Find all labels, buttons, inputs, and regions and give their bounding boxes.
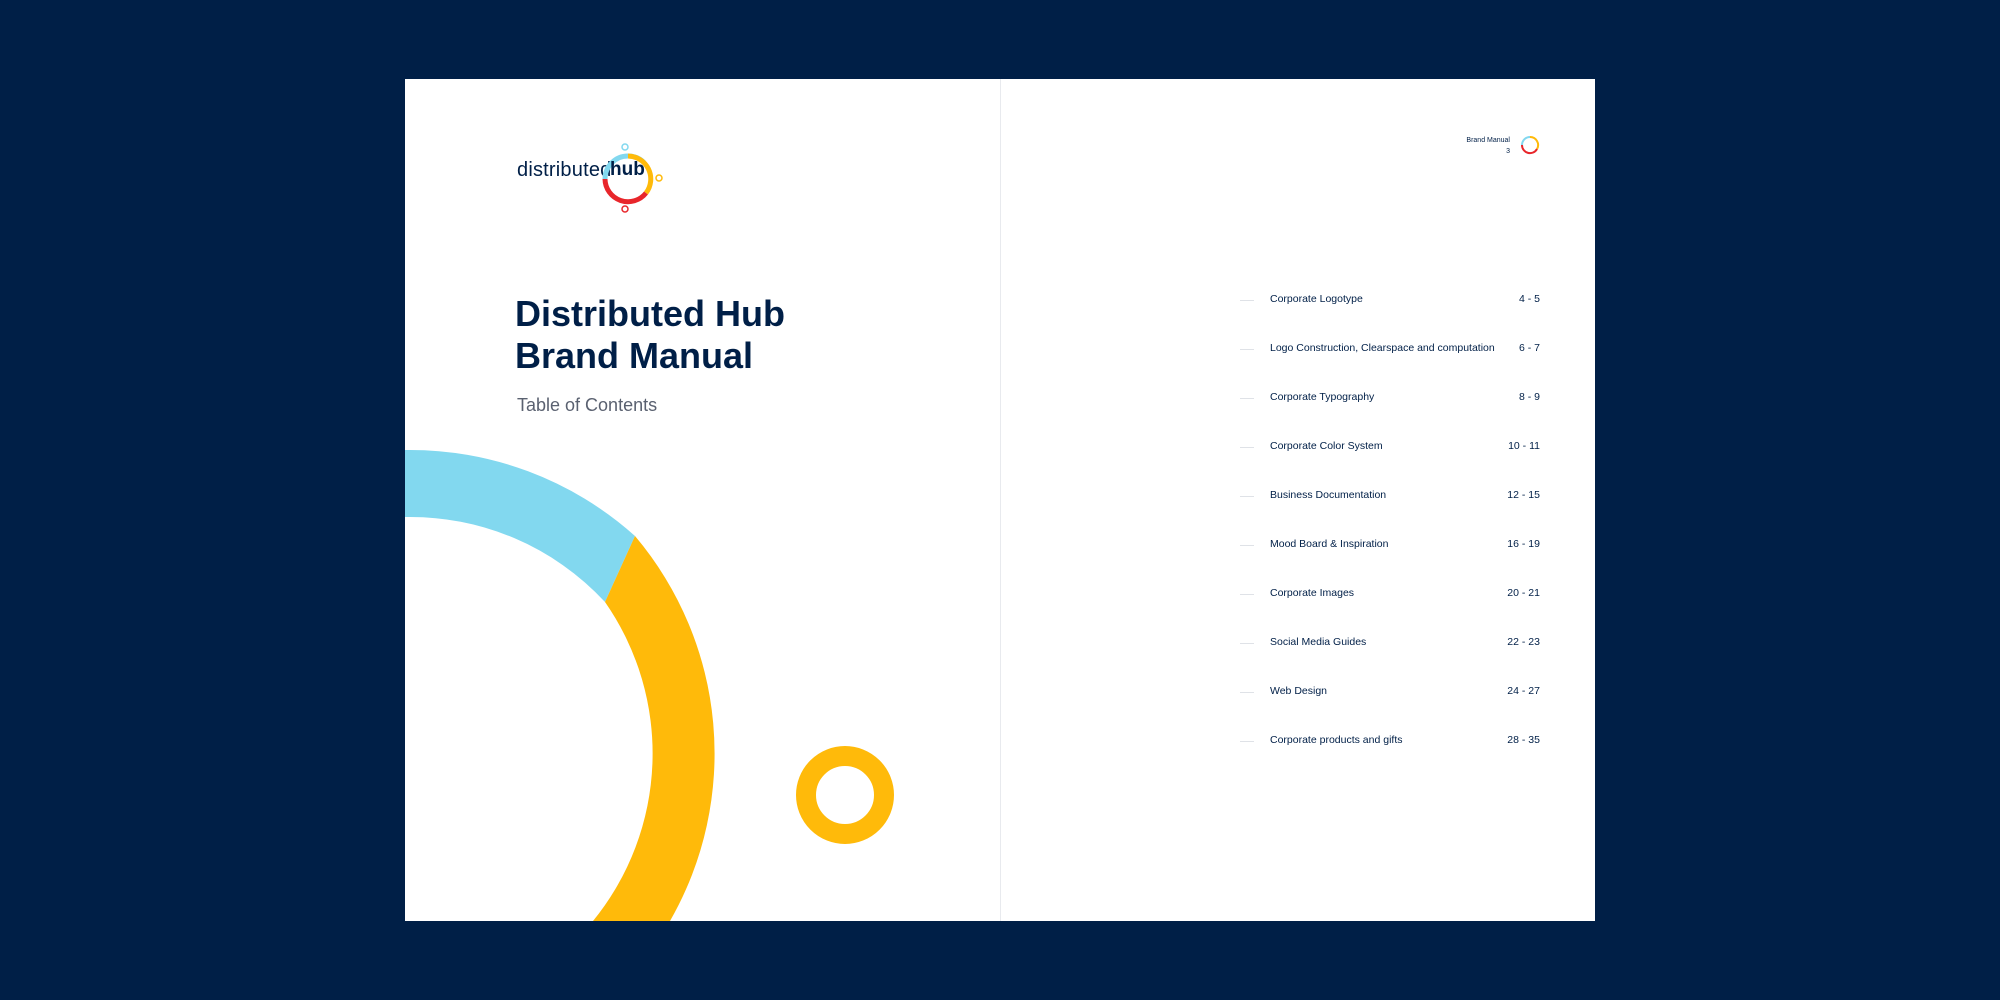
running-head-label: Brand Manual bbox=[1466, 137, 1510, 144]
toc-leader bbox=[1240, 594, 1254, 595]
toc-page-range: 28 - 35 bbox=[1507, 734, 1540, 746]
toc-row[interactable]: Mood Board & Inspiration 16 - 19 bbox=[1240, 536, 1540, 585]
toc-page-range: 4 - 5 bbox=[1518, 293, 1540, 305]
toc-leader bbox=[1240, 447, 1254, 448]
toc-page-range: 6 - 7 bbox=[1518, 342, 1540, 354]
toc-row[interactable]: Web Design 24 - 27 bbox=[1240, 683, 1540, 732]
toc-row[interactable]: Corporate Color System 10 - 11 bbox=[1240, 438, 1540, 487]
toc-row[interactable]: Corporate Images 20 - 21 bbox=[1240, 585, 1540, 634]
contents-page: Brand Manual 3 Corporate Logotype 4 - 5 … bbox=[1000, 79, 1595, 921]
toc-label: Corporate products and gifts bbox=[1270, 734, 1403, 746]
toc-leader bbox=[1240, 692, 1254, 693]
yellow-arc-segment bbox=[593, 536, 715, 921]
table-of-contents: Corporate Logotype 4 - 5 Logo Constructi… bbox=[1240, 291, 1540, 781]
brochure-spread: distributed hub Distributed Hub Brand Ma… bbox=[405, 79, 1595, 921]
toc-leader bbox=[1240, 496, 1254, 497]
blue-arc-segment bbox=[405, 449, 635, 602]
page-title: Distributed Hub Brand Manual bbox=[515, 293, 785, 377]
toc-label: Web Design bbox=[1270, 685, 1328, 697]
running-head: Brand Manual 3 bbox=[1466, 135, 1510, 157]
cover-page: distributed hub Distributed Hub Brand Ma… bbox=[405, 79, 1000, 921]
decorative-arcs bbox=[405, 449, 894, 921]
toc-row[interactable]: Business Documentation 12 - 15 bbox=[1240, 487, 1540, 536]
toc-page-range: 22 - 23 bbox=[1507, 636, 1540, 648]
toc-label: Corporate Images bbox=[1270, 587, 1355, 599]
toc-page-range: 20 - 21 bbox=[1507, 587, 1540, 599]
page-number: 3 bbox=[1506, 148, 1510, 155]
toc-label: Corporate Typography bbox=[1270, 391, 1375, 403]
toc-page-range: 16 - 19 bbox=[1507, 538, 1540, 550]
toc-leader bbox=[1240, 545, 1254, 546]
toc-label: Corporate Logotype bbox=[1270, 293, 1363, 305]
toc-label: Business Documentation bbox=[1270, 489, 1387, 501]
toc-row[interactable]: Corporate Logotype 4 - 5 bbox=[1240, 291, 1540, 340]
title-line-2: Brand Manual bbox=[515, 335, 754, 376]
toc-page-range: 8 - 9 bbox=[1518, 391, 1540, 403]
toc-row[interactable]: Corporate products and gifts 28 - 35 bbox=[1240, 732, 1540, 781]
toc-leader bbox=[1240, 741, 1254, 742]
toc-label: Mood Board & Inspiration bbox=[1270, 538, 1389, 550]
toc-page-range: 10 - 11 bbox=[1508, 440, 1540, 452]
toc-leader bbox=[1240, 398, 1254, 399]
toc-leader bbox=[1240, 300, 1254, 301]
title-line-1: Distributed Hub bbox=[515, 293, 785, 334]
toc-label: Corporate Color System bbox=[1270, 440, 1383, 452]
toc-row[interactable]: Corporate Typography 8 - 9 bbox=[1240, 389, 1540, 438]
toc-label: Logo Construction, Clearspace and comput… bbox=[1270, 342, 1495, 354]
logo-hub-text: hub bbox=[610, 159, 645, 180]
toc-page-range: 24 - 27 bbox=[1507, 685, 1540, 697]
toc-row[interactable]: Logo Construction, Clearspace and comput… bbox=[1240, 340, 1540, 389]
toc-leader bbox=[1240, 643, 1254, 644]
toc-leader bbox=[1240, 349, 1254, 350]
toc-label: Social Media Guides bbox=[1270, 636, 1367, 648]
toc-page-range: 12 - 15 bbox=[1507, 489, 1540, 501]
page-subtitle: Table of Contents bbox=[517, 395, 658, 415]
mini-logo-ring-icon bbox=[1520, 135, 1540, 155]
toc-row[interactable]: Social Media Guides 22 - 23 bbox=[1240, 634, 1540, 683]
small-yellow-ring bbox=[796, 746, 894, 844]
